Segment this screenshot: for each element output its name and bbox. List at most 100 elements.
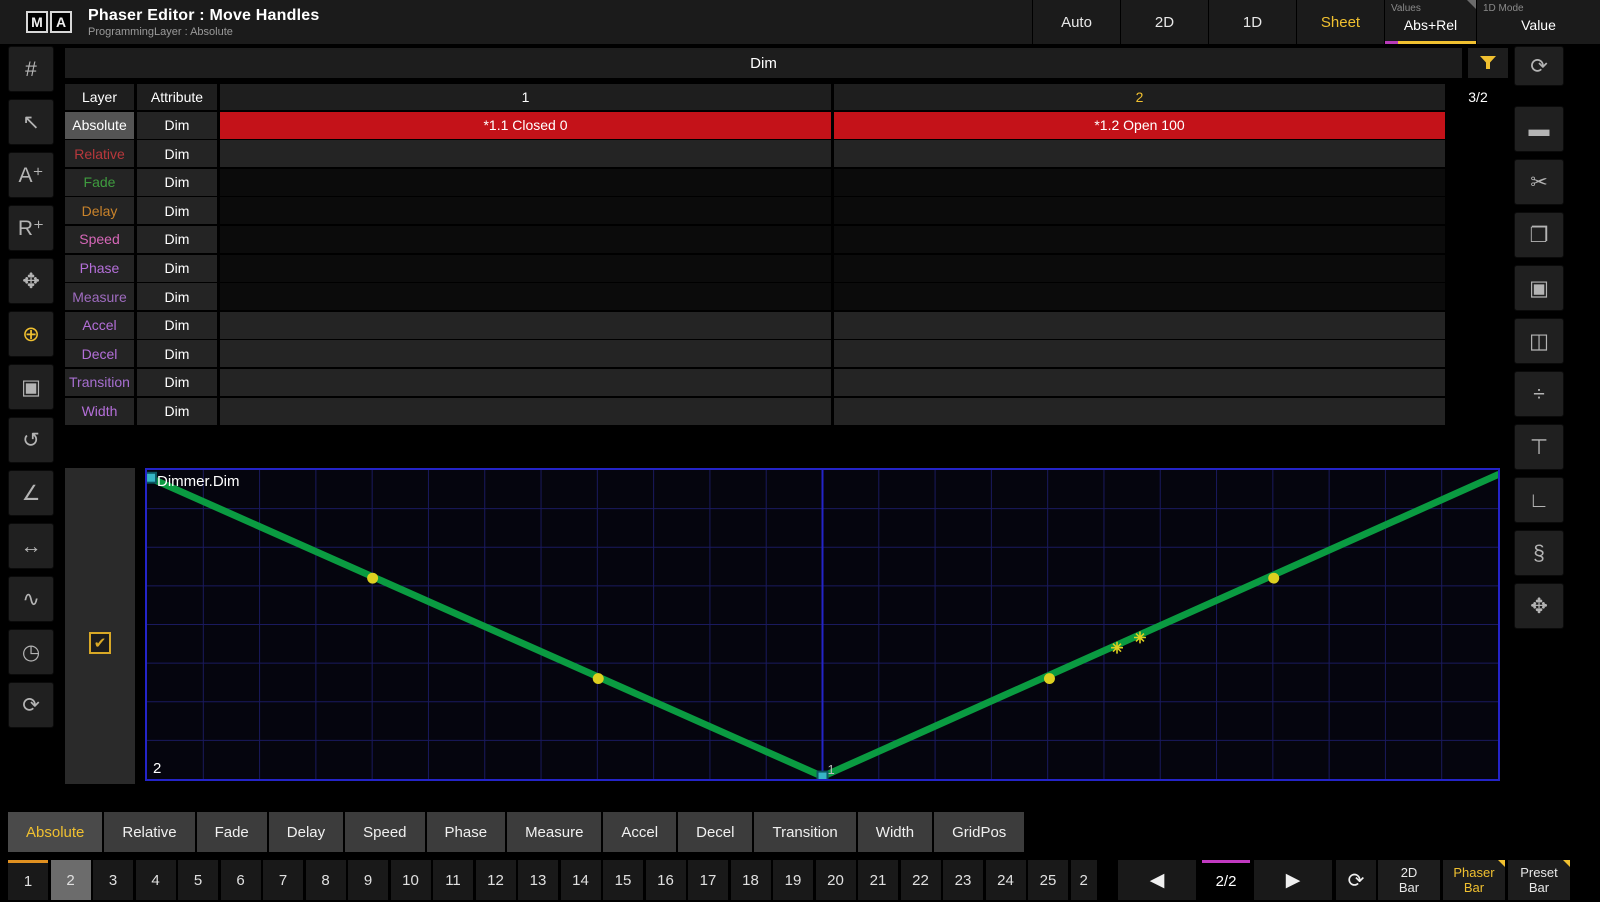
preset-bar-button[interactable]: PresetBar — [1508, 860, 1570, 900]
step-button-13[interactable]: 13 — [518, 860, 558, 900]
step1-cell[interactable] — [220, 197, 831, 224]
step2-cell[interactable] — [834, 369, 1445, 396]
step1-cell[interactable]: *1.1 Closed 0 — [220, 112, 831, 139]
step-button-15[interactable]: 15 — [603, 860, 643, 900]
step-button-21[interactable]: 21 — [858, 860, 898, 900]
attribute-cell[interactable]: Dim — [137, 112, 217, 139]
layer-cell[interactable]: Fade — [65, 169, 134, 196]
step1-cell[interactable] — [220, 140, 831, 167]
step2-cell[interactable] — [834, 197, 1445, 224]
step1-cell[interactable] — [220, 283, 831, 310]
step-button-17[interactable]: 17 — [688, 860, 728, 900]
step-button-23[interactable]: 23 — [943, 860, 983, 900]
attribute-cell[interactable]: Dim — [137, 312, 217, 339]
values-mode-button[interactable]: Values Abs+Rel — [1384, 0, 1476, 44]
move-tool-button[interactable]: ✥ — [8, 258, 54, 304]
add-relative-tool-button[interactable]: R⁺ — [8, 205, 54, 251]
layer-tab-fade[interactable]: Fade — [197, 812, 267, 852]
phaser-bar-button[interactable]: PhaserBar — [1443, 860, 1505, 900]
attribute-cell[interactable]: Dim — [137, 255, 217, 282]
step2-cell[interactable] — [834, 140, 1445, 167]
step-button-20[interactable]: 20 — [816, 860, 856, 900]
layer-tab-absolute[interactable]: Absolute — [8, 812, 102, 852]
step2-cell[interactable]: *1.2 Open 100 — [834, 112, 1445, 139]
step-button-3[interactable]: 3 — [93, 860, 133, 900]
layer-tab-decel[interactable]: Decel — [678, 812, 752, 852]
split-button[interactable]: ◫ — [1514, 318, 1564, 364]
ma-logo[interactable]: M A — [0, 0, 88, 44]
view-button-1d[interactable]: 1D — [1208, 0, 1296, 44]
step-button-22[interactable]: 22 — [901, 860, 941, 900]
step-button-4[interactable]: 4 — [136, 860, 176, 900]
step-button-clipped[interactable]: 2 — [1071, 860, 1097, 900]
step1-cell[interactable] — [220, 340, 831, 367]
timing-tool-button[interactable]: ◷ — [8, 629, 54, 675]
step-button-14[interactable]: 14 — [561, 860, 601, 900]
attribute-header-bar[interactable]: Dim — [65, 48, 1462, 78]
loop-button[interactable]: ⟳ — [1336, 860, 1376, 900]
remove-button[interactable]: ▬ — [1514, 106, 1564, 152]
layer-cell[interactable]: Phase — [65, 255, 134, 282]
view-button-2d[interactable]: 2D — [1120, 0, 1208, 44]
step2-column-header[interactable]: 2 — [834, 84, 1445, 110]
step-button-1[interactable]: 1 — [8, 860, 48, 900]
step2-cell[interactable] — [834, 169, 1445, 196]
layer-cell[interactable]: Decel — [65, 340, 134, 367]
attribute-cell[interactable]: Dim — [137, 283, 217, 310]
sync-button[interactable]: ⟳ — [1514, 46, 1564, 86]
layer-tab-accel[interactable]: Accel — [603, 812, 676, 852]
2d-bar-button[interactable]: 2DBar — [1378, 860, 1440, 900]
next-page-button[interactable]: ▶ — [1254, 860, 1332, 900]
step-button-18[interactable]: 18 — [731, 860, 771, 900]
step2-cell[interactable] — [834, 283, 1445, 310]
s-curve-button[interactable]: § — [1514, 530, 1564, 576]
layer-cell[interactable]: Accel — [65, 312, 134, 339]
oned-mode-button[interactable]: 1D Mode Value — [1476, 0, 1600, 44]
right-angle-button[interactable]: ∟ — [1514, 477, 1564, 523]
step2-cell[interactable] — [834, 312, 1445, 339]
step2-cell[interactable] — [834, 226, 1445, 253]
add-absolute-tool-button[interactable]: A⁺ — [8, 152, 54, 198]
view-button-sheet[interactable]: Sheet — [1296, 0, 1384, 44]
layer-cell[interactable]: Absolute — [65, 112, 134, 139]
attribute-cell[interactable]: Dim — [137, 398, 217, 425]
phaser-graph[interactable]: Dimmer.Dim 2 1 — [145, 468, 1500, 781]
step-enable-checkbox[interactable]: ✔ — [89, 632, 111, 654]
step-button-5[interactable]: 5 — [178, 860, 218, 900]
step-button-6[interactable]: 6 — [221, 860, 261, 900]
align-button[interactable]: ⊤ — [1514, 424, 1564, 470]
divide-button[interactable]: ÷ — [1514, 371, 1564, 417]
step1-cell[interactable] — [220, 369, 831, 396]
copy-button[interactable]: ❐ — [1514, 212, 1564, 258]
pointer-tool-button[interactable]: ↖ — [8, 99, 54, 145]
attribute-cell[interactable]: Dim — [137, 169, 217, 196]
layer-cell[interactable]: Speed — [65, 226, 134, 253]
grid-tool-button[interactable]: # — [8, 46, 54, 92]
layer-cell[interactable]: Width — [65, 398, 134, 425]
filter-button[interactable] — [1468, 48, 1508, 78]
step1-cell[interactable] — [220, 312, 831, 339]
angle-tool-button[interactable]: ∠ — [8, 470, 54, 516]
step-button-9[interactable]: 9 — [348, 860, 388, 900]
attribute-column-header[interactable]: Attribute — [137, 84, 217, 110]
attribute-cell[interactable]: Dim — [137, 369, 217, 396]
step1-column-header[interactable]: 1 — [220, 84, 831, 110]
step2-cell[interactable] — [834, 255, 1445, 282]
step-button-24[interactable]: 24 — [986, 860, 1026, 900]
center-handles-tool-button[interactable]: ⊕ — [8, 311, 54, 357]
step-button-11[interactable]: 11 — [433, 860, 473, 900]
attribute-cell[interactable]: Dim — [137, 226, 217, 253]
layer-tab-speed[interactable]: Speed — [345, 812, 424, 852]
step-button-12[interactable]: 12 — [476, 860, 516, 900]
attribute-cell[interactable]: Dim — [137, 140, 217, 167]
layer-column-header[interactable]: Layer — [65, 84, 134, 110]
cut-button[interactable]: ✂ — [1514, 159, 1564, 205]
layer-cell[interactable]: Delay — [65, 197, 134, 224]
step-button-16[interactable]: 16 — [646, 860, 686, 900]
layer-tab-transition[interactable]: Transition — [754, 812, 855, 852]
layer-tab-phase[interactable]: Phase — [427, 812, 506, 852]
scale-tool-button[interactable]: ▣ — [8, 364, 54, 410]
layer-tab-delay[interactable]: Delay — [269, 812, 343, 852]
step-button-8[interactable]: 8 — [306, 860, 346, 900]
layer-tab-relative[interactable]: Relative — [104, 812, 194, 852]
